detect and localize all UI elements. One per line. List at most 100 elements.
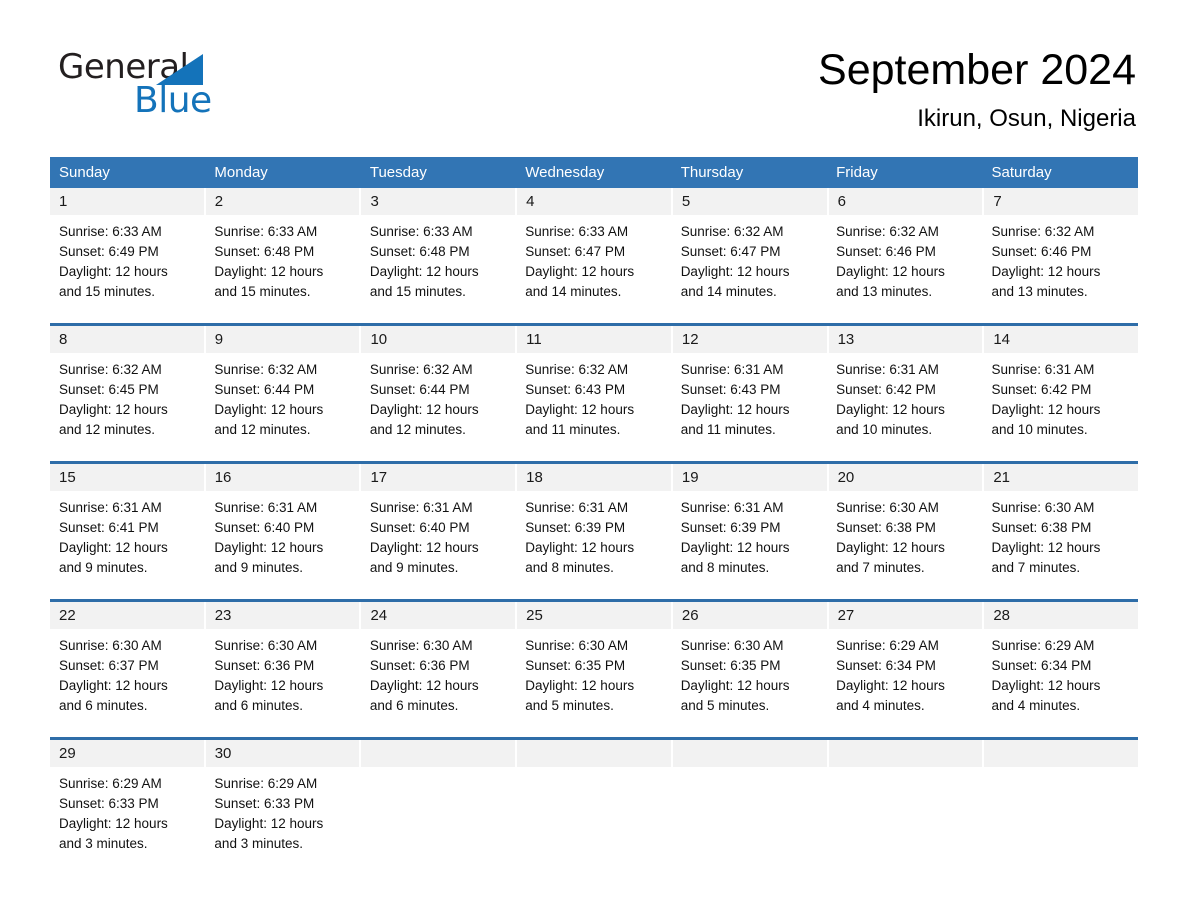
sunrise-text: Sunrise: 6:29 AM	[836, 638, 939, 653]
sunset-text: Sunset: 6:44 PM	[214, 382, 315, 397]
day-info-cell: Sunrise: 6:30 AM Sunset: 6:35 PM Dayligh…	[672, 629, 827, 737]
sunrise-text: Sunrise: 6:30 AM	[59, 638, 162, 653]
daylight-text-cont: and 12 minutes.	[59, 422, 156, 437]
day-number[interactable]: 24	[361, 602, 518, 629]
daylight-text: Daylight: 12 hours	[369, 540, 479, 555]
daylight-text-cont: and 5 minutes.	[680, 698, 770, 713]
daylight-text-cont: and 7 minutes.	[836, 560, 925, 575]
day-info-cell: Sunrise: 6:33 AM Sunset: 6:48 PM Dayligh…	[361, 215, 516, 323]
day-info-cell: Sunrise: 6:31 AM Sunset: 6:39 PM Dayligh…	[516, 491, 671, 599]
day-info-cell-empty	[672, 767, 827, 875]
day-cell-empty	[829, 740, 985, 767]
day-number[interactable]: 23	[206, 602, 362, 629]
sunset-text: Sunset: 6:43 PM	[680, 382, 781, 397]
day-number[interactable]: 26	[673, 602, 829, 629]
day-number[interactable]: 19	[673, 464, 829, 491]
sunset-text: Sunset: 6:46 PM	[836, 244, 936, 259]
sunset-text: Sunset: 6:36 PM	[369, 658, 470, 673]
sunset-text: Sunset: 6:46 PM	[991, 244, 1092, 259]
day-number[interactable]: 27	[829, 602, 985, 629]
day-number[interactable]: 4	[517, 188, 673, 215]
day-number[interactable]: 5	[673, 188, 829, 215]
day-number[interactable]: 6	[829, 188, 985, 215]
sunset-text: Sunset: 6:38 PM	[836, 520, 936, 535]
daylight-text-cont: and 4 minutes.	[836, 698, 925, 713]
daylight-text: Daylight: 12 hours	[991, 678, 1101, 693]
daylight-text: Daylight: 12 hours	[214, 264, 324, 279]
day-number[interactable]: 11	[517, 326, 673, 353]
day-info-cell: Sunrise: 6:32 AM Sunset: 6:46 PM Dayligh…	[983, 215, 1138, 323]
page-header: General Blue September 2024 Ikirun, Osun…	[0, 0, 1188, 132]
day-number[interactable]: 29	[50, 740, 206, 767]
day-number[interactable]: 15	[50, 464, 206, 491]
calendar-week-row: 15 16 17 18 19 20 21 Sunrise: 6:31 AM Su…	[50, 461, 1138, 599]
week-info-strip: Sunrise: 6:31 AM Sunset: 6:41 PM Dayligh…	[50, 491, 1138, 599]
location-subtitle: Ikirun, Osun, Nigeria	[917, 105, 1136, 132]
daylight-text-cont: and 12 minutes.	[369, 422, 466, 437]
day-info-cell: Sunrise: 6:32 AM Sunset: 6:47 PM Dayligh…	[672, 215, 827, 323]
day-number[interactable]: 7	[984, 188, 1138, 215]
calendar-week-row: 1 2 3 4 5 6 7 Sunrise: 6:33 AM Sunset: 6…	[50, 188, 1138, 323]
sunset-text: Sunset: 6:34 PM	[991, 658, 1092, 673]
day-number[interactable]: 1	[50, 188, 206, 215]
day-number[interactable]: 18	[517, 464, 673, 491]
sunrise-text: Sunrise: 6:31 AM	[59, 500, 162, 515]
day-number[interactable]: 14	[984, 326, 1138, 353]
daylight-text: Daylight: 12 hours	[525, 264, 635, 279]
sunset-text: Sunset: 6:33 PM	[214, 796, 315, 811]
day-info-cell: Sunrise: 6:31 AM Sunset: 6:40 PM Dayligh…	[205, 491, 360, 599]
day-number[interactable]: 30	[206, 740, 362, 767]
day-info-cell: Sunrise: 6:30 AM Sunset: 6:36 PM Dayligh…	[361, 629, 516, 737]
day-number[interactable]: 28	[984, 602, 1138, 629]
logo-text-blue: Blue	[134, 80, 212, 121]
day-info-cell: Sunrise: 6:30 AM Sunset: 6:38 PM Dayligh…	[983, 491, 1138, 599]
day-info-cell: Sunrise: 6:31 AM Sunset: 6:42 PM Dayligh…	[827, 353, 982, 461]
day-info-cell: Sunrise: 6:33 AM Sunset: 6:48 PM Dayligh…	[205, 215, 360, 323]
daylight-text: Daylight: 12 hours	[369, 264, 479, 279]
week-date-strip: 1 2 3 4 5 6 7	[50, 188, 1138, 215]
weekday-header-wednesday: Wednesday	[525, 164, 605, 181]
daylight-text-cont: and 6 minutes.	[214, 698, 303, 713]
day-info-cell: Sunrise: 6:31 AM Sunset: 6:39 PM Dayligh…	[672, 491, 827, 599]
day-info-cell: Sunrise: 6:33 AM Sunset: 6:47 PM Dayligh…	[516, 215, 671, 323]
sunrise-text: Sunrise: 6:32 AM	[525, 362, 629, 377]
sunrise-text: Sunrise: 6:32 AM	[836, 224, 939, 239]
sunset-text: Sunset: 6:42 PM	[991, 382, 1092, 397]
day-info-cell: Sunrise: 6:30 AM Sunset: 6:35 PM Dayligh…	[516, 629, 671, 737]
day-cell-empty	[984, 740, 1138, 767]
daylight-text-cont: and 13 minutes.	[836, 284, 933, 299]
daylight-text: Daylight: 12 hours	[680, 540, 790, 555]
day-number[interactable]: 2	[206, 188, 362, 215]
sunset-text: Sunset: 6:44 PM	[369, 382, 470, 397]
day-number[interactable]: 20	[829, 464, 985, 491]
week-info-strip: Sunrise: 6:32 AM Sunset: 6:45 PM Dayligh…	[50, 353, 1138, 461]
sunset-text: Sunset: 6:34 PM	[836, 658, 936, 673]
week-date-strip: 22 23 24 25 26 27 28	[50, 602, 1138, 629]
day-info-cell: Sunrise: 6:29 AM Sunset: 6:33 PM Dayligh…	[50, 767, 205, 875]
day-number[interactable]: 25	[517, 602, 673, 629]
daylight-text-cont: and 12 minutes.	[214, 422, 311, 437]
day-number[interactable]: 13	[829, 326, 985, 353]
day-number[interactable]: 16	[206, 464, 362, 491]
day-number[interactable]: 17	[361, 464, 518, 491]
day-info-cell: Sunrise: 6:30 AM Sunset: 6:36 PM Dayligh…	[205, 629, 360, 737]
day-number[interactable]: 10	[361, 326, 518, 353]
daylight-text: Daylight: 12 hours	[991, 402, 1101, 417]
daylight-text: Daylight: 12 hours	[680, 678, 790, 693]
day-number[interactable]: 9	[206, 326, 362, 353]
daylight-text-cont: and 15 minutes.	[369, 284, 466, 299]
weekday-header-row: Sunday Monday Tuesday Wednesday Thursday…	[50, 157, 1138, 188]
calendar-grid: Sunday Monday Tuesday Wednesday Thursday…	[50, 157, 1138, 875]
day-number[interactable]: 8	[50, 326, 206, 353]
sunrise-text: Sunrise: 6:30 AM	[991, 500, 1095, 515]
day-info-cell-empty	[827, 767, 982, 875]
day-number[interactable]: 21	[984, 464, 1138, 491]
sunset-text: Sunset: 6:47 PM	[680, 244, 781, 259]
day-number[interactable]: 3	[361, 188, 518, 215]
day-number[interactable]: 12	[673, 326, 829, 353]
week-info-strip: Sunrise: 6:30 AM Sunset: 6:37 PM Dayligh…	[50, 629, 1138, 737]
daylight-text: Daylight: 12 hours	[525, 402, 635, 417]
daylight-text: Daylight: 12 hours	[369, 402, 479, 417]
day-number[interactable]: 22	[50, 602, 206, 629]
sunrise-text: Sunrise: 6:31 AM	[369, 500, 473, 515]
